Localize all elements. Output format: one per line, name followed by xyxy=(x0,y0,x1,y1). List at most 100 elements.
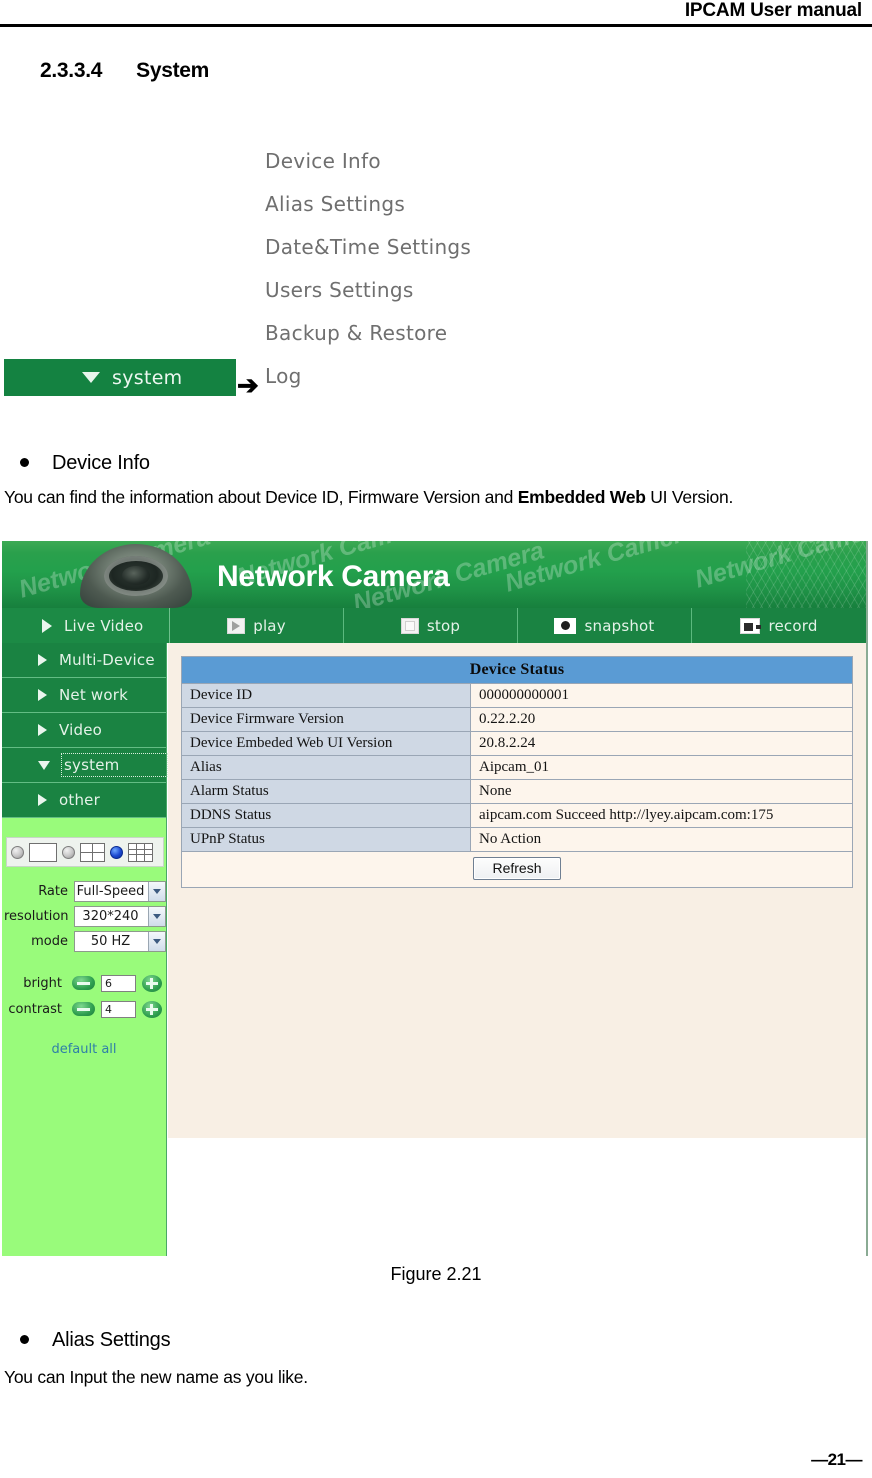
sidebar-item-label: other xyxy=(59,791,100,809)
app-content-pane: Device Status Device ID 000000000001 Dev… xyxy=(168,643,866,1138)
header-divider xyxy=(0,24,872,27)
row-label-device-id: Device ID xyxy=(181,683,471,708)
bullet-alias-settings-label: Alias Settings xyxy=(52,1329,171,1351)
rate-label: Rate xyxy=(38,883,68,899)
bright-value[interactable]: 6 xyxy=(101,974,136,992)
system-button-label: system xyxy=(112,366,183,389)
toolbar-snapshot-label: snapshot xyxy=(584,616,655,635)
table-footer-row: Refresh xyxy=(181,851,853,888)
sidebar-item-label: Video xyxy=(59,721,103,739)
table-row: UPnP Status No Action xyxy=(181,827,853,852)
resolution-select[interactable]: 320*240 xyxy=(74,905,166,927)
toolbar-play-button[interactable]: play xyxy=(170,608,344,643)
chevron-right-icon xyxy=(38,794,47,806)
sidebar-item-other[interactable]: other xyxy=(2,783,166,818)
radio-single-pane[interactable] xyxy=(11,845,24,859)
row-value-device-id: 000000000001 xyxy=(470,683,853,708)
submenu-item-datetime-settings: Date&Time Settings xyxy=(265,235,472,259)
view-layout-selector xyxy=(6,837,164,867)
toolbar-live-video[interactable]: Live Video xyxy=(2,608,170,643)
mode-label: mode xyxy=(31,933,68,949)
single-pane-icon[interactable] xyxy=(29,842,57,862)
nine-pane-grid-icon[interactable] xyxy=(128,842,153,862)
page-header: IPCAM User manual xyxy=(0,0,872,27)
row-label-alarm-status: Alarm Status xyxy=(181,779,471,804)
mode-select[interactable]: 50 HZ xyxy=(74,930,166,952)
system-menu-button-illustration: system xyxy=(4,359,236,396)
resolution-row: resolution 320*240 xyxy=(2,904,166,928)
rate-value: Full-Speed xyxy=(76,883,145,899)
chevron-down-icon xyxy=(148,906,165,926)
bright-label: bright xyxy=(23,975,62,991)
system-submenu-illustration: Device Info Alias Settings Date&Time Set… xyxy=(265,140,595,398)
arrow-right-icon: ➔ xyxy=(237,370,259,400)
default-all-link[interactable]: default all xyxy=(2,1042,166,1057)
bright-minus-button[interactable] xyxy=(72,976,95,990)
submenu-item-users-settings: Users Settings xyxy=(265,278,414,302)
device-status-title: Device Status xyxy=(181,656,853,684)
play-icon xyxy=(227,617,246,634)
bullet-dot-icon xyxy=(20,1335,29,1344)
chevron-down-icon xyxy=(82,372,100,383)
row-value-upnp-status: No Action xyxy=(470,827,853,852)
stream-controls-panel: Rate Full-Speed resolution 320*240 mode … xyxy=(2,879,166,1057)
bullet-device-info: Device Info xyxy=(20,452,150,475)
bright-plus-button[interactable] xyxy=(142,974,162,992)
row-value-firmware-version: 0.22.2.20 xyxy=(470,707,853,732)
sidebar-item-network[interactable]: Net work xyxy=(2,678,166,713)
rate-select[interactable]: Full-Speed xyxy=(74,880,166,902)
table-row: Device Embeded Web UI Version 20.8.2.24 xyxy=(181,731,853,756)
radio-nine-pane[interactable] xyxy=(110,845,123,859)
row-label-web-ui-version: Device Embeded Web UI Version xyxy=(181,731,471,756)
chevron-right-icon xyxy=(38,724,47,736)
camera-web-ui-screenshot: Network Camera Network Camera Network Ca… xyxy=(2,541,868,1256)
row-label-alias: Alias xyxy=(181,755,471,780)
row-label-ddns-status: DDNS Status xyxy=(181,803,471,828)
row-label-upnp-status: UPnP Status xyxy=(181,827,471,852)
row-value-alarm-status: None xyxy=(470,779,853,804)
row-label-firmware-version: Device Firmware Version xyxy=(181,707,471,732)
sidebar-item-system[interactable]: system xyxy=(2,748,169,783)
stop-icon xyxy=(400,617,419,634)
contrast-minus-button[interactable] xyxy=(72,1002,95,1016)
sidebar-item-label: Net work xyxy=(59,686,128,704)
device-info-description: You can find the information about Devic… xyxy=(4,482,872,512)
mode-row: mode 50 HZ xyxy=(2,929,166,953)
toolbar-stop-button[interactable]: stop xyxy=(344,608,518,643)
page-title: 2.3.3.4 System xyxy=(40,59,209,83)
manual-title: IPCAM User manual xyxy=(684,0,862,21)
chevron-right-icon xyxy=(38,654,47,666)
radio-four-pane[interactable] xyxy=(62,845,75,859)
chevron-down-icon xyxy=(148,931,165,951)
submenu-item-backup-restore: Backup & Restore xyxy=(265,321,448,345)
section-title: System xyxy=(136,59,210,82)
refresh-button[interactable]: Refresh xyxy=(473,857,561,880)
app-sidebar: Multi-Device Net work Video system other xyxy=(2,643,169,1256)
contrast-row: contrast 4 xyxy=(2,996,166,1022)
device-status-table: Device Status Device ID 000000000001 Dev… xyxy=(181,656,853,888)
chevron-right-icon xyxy=(38,689,47,701)
toolbar-snapshot-button[interactable]: snapshot xyxy=(518,608,692,643)
four-pane-grid-icon[interactable] xyxy=(80,842,105,862)
toolbar-stop-label: stop xyxy=(426,616,461,635)
table-header-row: Device Status xyxy=(181,656,853,684)
table-row: Alias Aipcam_01 xyxy=(181,755,853,780)
toolbar-live-video-label: Live Video xyxy=(64,616,144,635)
sidebar-item-multi-device[interactable]: Multi-Device xyxy=(2,643,166,678)
row-value-alias: Aipcam_01 xyxy=(470,755,853,780)
figure-caption: Figure 2.21 xyxy=(390,1264,482,1284)
contrast-plus-button[interactable] xyxy=(142,1000,162,1018)
contrast-value[interactable]: 4 xyxy=(101,1000,136,1018)
controls-spacer xyxy=(2,954,166,970)
rate-row: Rate Full-Speed xyxy=(2,879,166,903)
row-value-ddns-status: aipcam.com Succeed http://lyey.aipcam.co… xyxy=(470,803,853,828)
device-info-desc-suffix: UI Version. xyxy=(645,487,734,507)
sidebar-item-video[interactable]: Video xyxy=(2,713,166,748)
toolbar-record-button[interactable]: record xyxy=(692,608,866,643)
chevron-down-icon xyxy=(148,881,165,901)
sidebar-item-label: system xyxy=(60,753,169,777)
mode-value: 50 HZ xyxy=(90,933,131,949)
alias-settings-description: You can Input the new name as you like. xyxy=(4,1367,308,1387)
table-row: Device Firmware Version 0.22.2.20 xyxy=(181,707,853,732)
table-row: Device ID 000000000001 xyxy=(181,683,853,708)
